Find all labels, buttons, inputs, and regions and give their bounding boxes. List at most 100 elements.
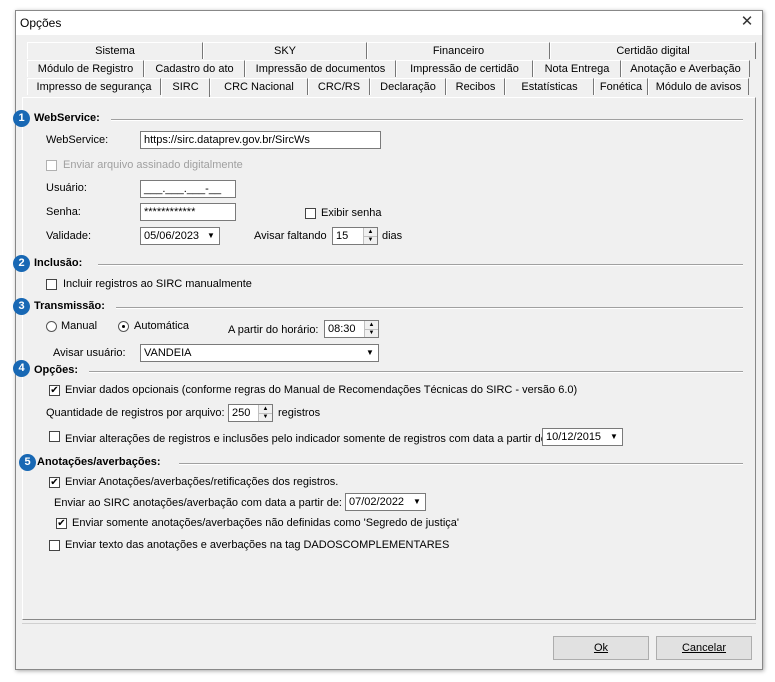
tab-declaracao[interactable]: Declaração [370, 78, 446, 95]
tab-recibos[interactable]: Recibos [446, 78, 505, 95]
qty-spinner[interactable]: 250 ▲ ▼ [228, 404, 273, 422]
tab-row-1: Sistema SKY Financeiro Certidão digital [22, 42, 756, 60]
tab-certidao-digital[interactable]: Certidão digital [550, 42, 756, 59]
qty-value: 250 [232, 407, 251, 419]
qty-label: Quantidade de registros por arquivo: [46, 407, 225, 419]
dropdown-arrow-icon[interactable]: ▼ [205, 230, 217, 242]
spin-down-icon[interactable]: ▼ [259, 413, 272, 421]
cancel-button-label: Cancelar [681, 642, 727, 654]
password-label: Senha: [46, 206, 81, 218]
window-title: Opções [20, 16, 62, 30]
transmission-auto-radio[interactable] [118, 321, 129, 332]
signed-checkbox[interactable] [46, 160, 57, 171]
tab-financeiro[interactable]: Financeiro [367, 42, 550, 59]
ok-button[interactable]: Ok [553, 636, 649, 660]
step-badge-3: 3 [13, 298, 30, 315]
webservice-group-title: WebService: [34, 112, 100, 124]
tab-modulo-registro[interactable]: Módulo de Registro [27, 60, 144, 77]
validity-label: Validade: [46, 230, 92, 242]
options-dialog: Opções ✕ Sistema SKY Financeiro Certidão… [13, 10, 763, 670]
no-secret-label: Enviar somente anotações/averbações não … [72, 517, 459, 529]
annotations-date-picker[interactable]: 07/02/2022 ▼ [345, 493, 426, 511]
step-badge-2: 2 [13, 255, 30, 272]
step-badge-1: 1 [13, 110, 30, 127]
tag-text-checkbox[interactable] [49, 540, 60, 551]
validity-date-picker[interactable]: 05/06/2023 ▼ [140, 227, 220, 245]
spinner-buttons: ▲ ▼ [258, 405, 272, 421]
transmissao-group-title: Transmissão: [34, 300, 105, 312]
send-annotations-label: Enviar Anotações/averbações/retificações… [65, 476, 339, 488]
cancel-button[interactable]: Cancelar [656, 636, 752, 660]
warn-unit-label: dias [382, 230, 403, 242]
step-badge-5: 5 [19, 454, 36, 471]
tab-crc-rs[interactable]: CRC/RS [308, 78, 370, 95]
time-spinner[interactable]: 08:30 ▲ ▼ [324, 320, 379, 338]
time-label: A partir do horário: [228, 324, 319, 336]
notify-user-value: VANDEIA [144, 347, 192, 359]
user-input[interactable]: ___.___.___-__ [140, 180, 236, 198]
step-badge-4: 4 [13, 360, 30, 377]
annotations-date-value: 07/02/2022 [349, 496, 405, 508]
notify-user-select[interactable]: VANDEIA ▼ [140, 344, 379, 362]
ok-button-label: Ok [593, 642, 609, 654]
warn-label: Avisar faltando [254, 230, 327, 242]
optional-data-label: Enviar dados opcionais (conforme regras … [65, 384, 578, 396]
warn-days-value: 15 [336, 230, 349, 242]
tab-crc-nacional[interactable]: CRC Nacional [210, 78, 308, 95]
close-icon[interactable]: ✕ [740, 14, 754, 30]
include-manual-label: Incluir registros ao SIRC manualmente [63, 278, 252, 290]
sirc-tab-content: 1 WebService: WebService: https://sirc.d… [13, 97, 756, 620]
spin-down-icon[interactable]: ▼ [365, 329, 378, 337]
inclusao-group-title: Inclusão: [34, 257, 83, 269]
inclusao-divider [98, 264, 743, 266]
transmission-manual-radio[interactable] [46, 321, 57, 332]
tab-row-3: Impresso de segurança SIRC CRC Nacional … [22, 78, 756, 97]
dropdown-arrow-icon[interactable]: ▼ [364, 347, 376, 359]
validity-date-value: 05/06/2023 [144, 230, 200, 242]
tag-text-label: Enviar texto das anotações e averbações … [65, 539, 450, 551]
opcoes-divider [89, 371, 743, 373]
password-input[interactable]: ************ [140, 203, 236, 221]
tab-panel: Sistema SKY Financeiro Certidão digital … [13, 42, 756, 620]
dropdown-arrow-icon[interactable]: ▼ [608, 431, 620, 443]
signed-label: Enviar arquivo assinado digitalmente [63, 159, 243, 171]
no-secret-checkbox[interactable]: ✔ [56, 518, 67, 529]
tab-impressao-documentos[interactable]: Impressão de documentos [245, 60, 396, 77]
time-value: 08:30 [328, 323, 356, 335]
show-password-label: Exibir senha [321, 207, 382, 219]
tab-sky[interactable]: SKY [203, 42, 367, 59]
changes-date-picker[interactable]: 10/12/2015 ▼ [542, 428, 623, 446]
tab-impressao-certidao[interactable]: Impressão de certidão [396, 60, 533, 77]
warn-days-spinner[interactable]: 15 ▲ ▼ [332, 227, 378, 245]
anotacoes-group-title: Anotações/averbações: [37, 456, 161, 468]
changes-date-value: 10/12/2015 [546, 431, 602, 443]
bottom-separator [22, 623, 756, 624]
webservice-url-input[interactable]: https://sirc.dataprev.gov.br/SircWs [140, 131, 381, 149]
webservice-divider [111, 119, 743, 121]
spinner-buttons: ▲ ▼ [363, 228, 377, 244]
send-annotations-checkbox[interactable]: ✔ [49, 477, 60, 488]
tab-impresso-seguranca[interactable]: Impresso de segurança [27, 78, 161, 95]
qty-unit-label: registros [278, 407, 321, 419]
tab-anotacao-averbacao[interactable]: Anotação e Averbação [621, 60, 750, 77]
optional-data-checkbox[interactable]: ✔ [49, 385, 60, 396]
opcoes-group-title: Opções: [34, 364, 79, 376]
send-changes-label: Enviar alterações de registros e inclusõ… [65, 433, 550, 445]
send-changes-checkbox[interactable] [49, 431, 60, 442]
tab-sistema[interactable]: Sistema [27, 42, 203, 59]
tab-estatisticas[interactable]: Estatísticas [505, 78, 594, 95]
dropdown-arrow-icon[interactable]: ▼ [411, 496, 423, 508]
tab-cadastro-ato[interactable]: Cadastro do ato [144, 60, 245, 77]
include-manual-checkbox[interactable] [46, 279, 57, 290]
tab-fonetica[interactable]: Fonética [594, 78, 648, 95]
tab-row-2: Módulo de Registro Cadastro do ato Impre… [22, 60, 756, 78]
user-label: Usuário: [46, 182, 87, 194]
transmissao-divider [116, 307, 743, 309]
transmission-auto-label: Automática [134, 320, 190, 332]
title-bar: Opções ✕ [16, 11, 762, 35]
spin-down-icon[interactable]: ▼ [364, 236, 377, 244]
tab-nota-entrega[interactable]: Nota Entrega [533, 60, 621, 77]
show-password-checkbox[interactable] [305, 208, 316, 219]
tab-modulo-avisos[interactable]: Módulo de avisos [648, 78, 749, 95]
tab-sirc[interactable]: SIRC [161, 78, 210, 97]
